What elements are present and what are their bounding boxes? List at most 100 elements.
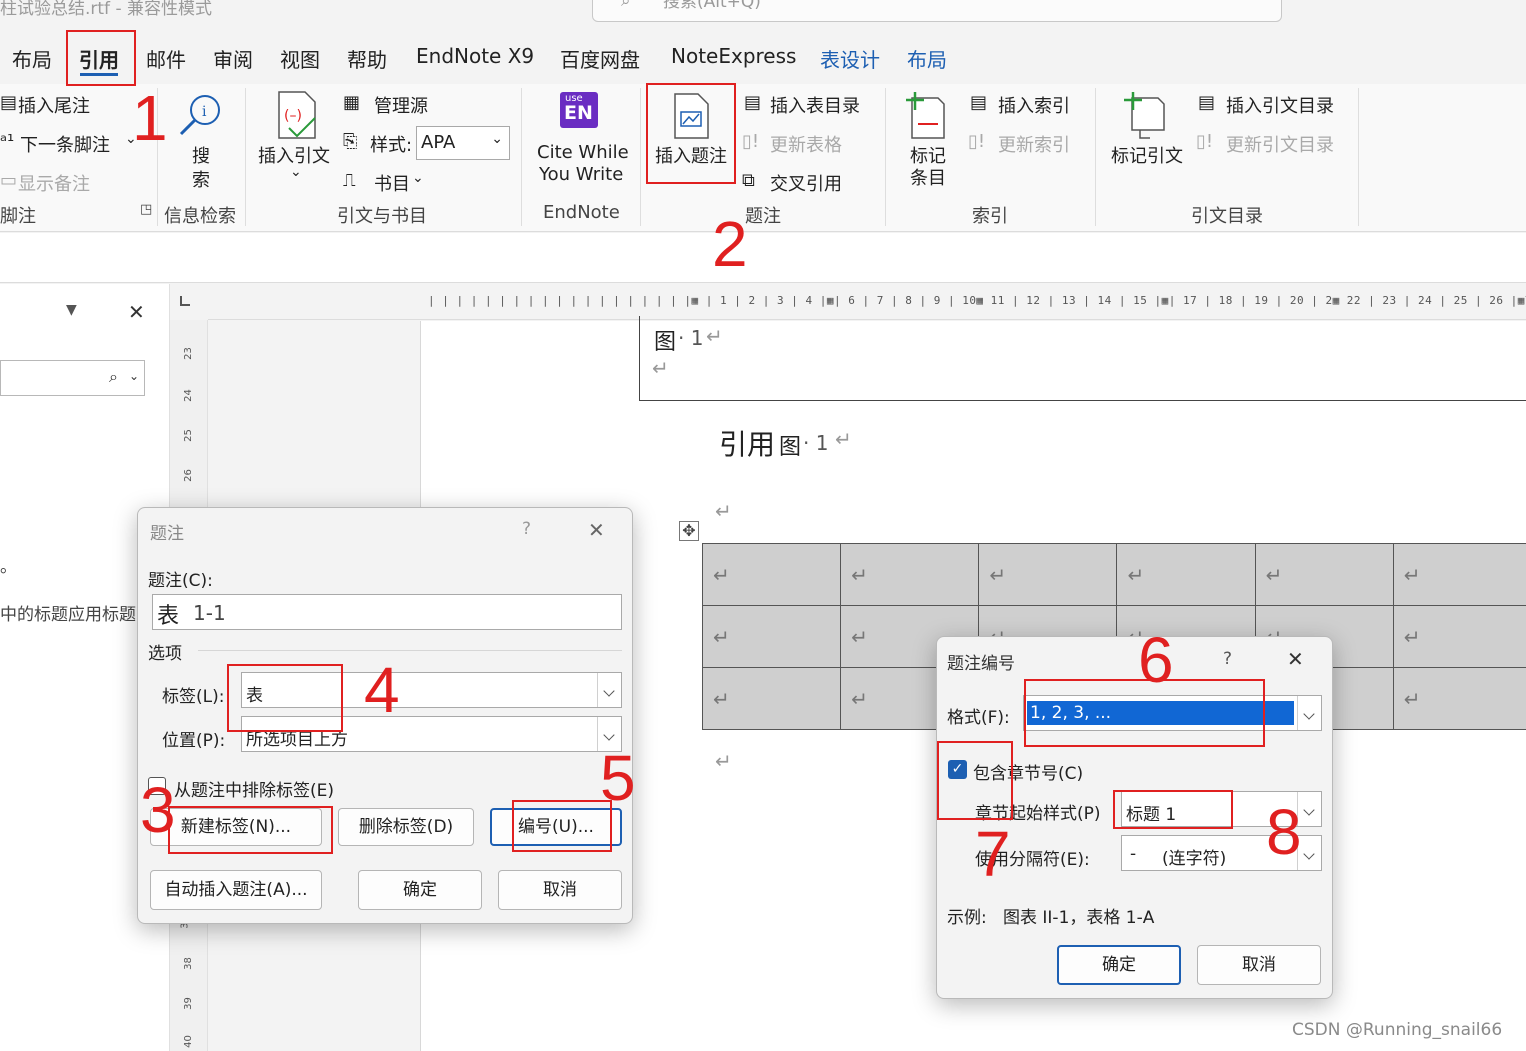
divider <box>198 650 622 651</box>
manage-sources-button[interactable]: 管理源 <box>374 92 428 118</box>
table-move-handle-icon[interactable]: ✥ <box>679 521 699 541</box>
tab-mailings[interactable]: 邮件 <box>146 44 186 73</box>
ok-button[interactable]: 确定 <box>1057 945 1181 985</box>
nav-search-input[interactable]: ⌕ ⌄ <box>0 360 145 396</box>
reference-label: 图 <box>779 435 802 460</box>
horizontal-ruler[interactable]: | | | | | | | | | | | | | | | | | | |▦ |… <box>208 284 1526 320</box>
style-icon: ⎘ <box>343 131 358 152</box>
table-cell[interactable]: ↵ <box>701 667 842 730</box>
paragraph-mark: ↵ <box>835 427 852 451</box>
chevron-down-icon[interactable]: ⌄ <box>129 369 139 383</box>
delete-label-button[interactable]: 删除标签(D) <box>338 808 474 846</box>
tab-help[interactable]: 帮助 <box>347 44 387 73</box>
tab-noteexpress[interactable]: NoteExpress <box>671 44 796 68</box>
table-of-figures-icon: ▤ <box>744 92 762 113</box>
mark-entry-label-2[interactable]: 条目 <box>910 164 946 190</box>
table-cell[interactable]: ↵ <box>1392 543 1526 606</box>
ruler-tick: 24 <box>182 389 194 402</box>
insert-toa-icon: ▤ <box>1198 92 1216 113</box>
separator-value-char: - <box>1130 844 1137 864</box>
endnote-logo-icon: use EN <box>560 92 598 128</box>
annotation-number: 4 <box>364 654 400 726</box>
mark-citation-icon <box>1124 92 1165 139</box>
cancel-button[interactable]: 取消 <box>1197 945 1321 985</box>
dialog-title: 题注 <box>150 524 184 544</box>
cancel-button[interactable]: 取消 <box>498 870 622 910</box>
paragraph-mark: ↵ <box>652 356 669 380</box>
pane-options-chevron-icon[interactable]: ▼ <box>66 302 77 318</box>
next-footnote-button[interactable]: 下一条脚注 <box>20 131 110 157</box>
show-notes-button[interactable]: 显示备注 <box>18 170 90 196</box>
update-index-button[interactable]: 更新索引 <box>998 131 1070 157</box>
insert-table-of-figures-button[interactable]: 插入表目录 <box>770 92 860 118</box>
autocaption-button[interactable]: 自动插入题注(A)... <box>150 870 322 910</box>
tab-baidu-netdisk[interactable]: 百度网盘 <box>560 44 640 73</box>
chevron-down-icon[interactable]: ⌄ <box>412 170 424 186</box>
exclude-label-text: 从题注中排除标签(E) <box>174 781 335 801</box>
annotation-box-references-tab <box>66 30 136 86</box>
cite-while-you-write-line1[interactable]: Cite While <box>537 142 629 163</box>
help-icon[interactable]: ? <box>1223 649 1232 669</box>
tab-selector-icon[interactable] <box>180 296 190 306</box>
bibliography-button[interactable]: 书目 <box>374 170 410 196</box>
cite-while-you-write-line2[interactable]: You Write <box>539 164 623 185</box>
insert-index-button[interactable]: 插入索引 <box>998 92 1070 118</box>
table-cell[interactable]: ↵ <box>978 543 1118 606</box>
annotation-number: 7 <box>975 818 1011 890</box>
search-box[interactable]: ⌕ 搜索(Alt+Q) <box>592 0 1282 22</box>
cross-reference-button[interactable]: 交叉引用 <box>770 170 842 196</box>
svg-text:i: i <box>202 104 207 120</box>
chevron-down-icon <box>1297 696 1321 730</box>
ribbon-separator <box>521 88 522 226</box>
annotation-number: 2 <box>712 208 748 280</box>
table-cell[interactable]: ↵ <box>1392 667 1526 730</box>
ribbon-separator <box>885 88 886 226</box>
format-field-label: 格式(F): <box>947 708 1010 728</box>
close-icon[interactable]: ✕ <box>128 300 145 324</box>
annotation-box-numbering <box>512 800 612 852</box>
research-search-label-bottom[interactable]: 索 <box>192 166 210 192</box>
close-icon[interactable]: ✕ <box>588 518 605 542</box>
table-cell[interactable]: ↵ <box>1392 605 1526 668</box>
tab-layout[interactable]: 布局 <box>12 44 52 73</box>
table-cell[interactable]: ↵ <box>701 605 842 668</box>
table-cell[interactable]: ↵ <box>840 543 980 606</box>
ok-button[interactable]: 确定 <box>358 870 482 910</box>
example-label: 示例: <box>947 908 987 928</box>
svg-text:(–): (–) <box>284 108 302 124</box>
update-table-button[interactable]: 更新表格 <box>770 131 842 157</box>
search-icon: ⌕ <box>109 367 118 386</box>
group-endnote-label: EndNote <box>543 202 620 223</box>
tab-table-design[interactable]: 表设计 <box>820 44 880 73</box>
dialog-launcher-icon[interactable]: ◳ <box>140 202 152 217</box>
chevron-down-icon <box>597 673 621 707</box>
paragraph-mark: ↵ <box>706 324 723 348</box>
table-cell[interactable]: ↵ <box>1116 543 1256 606</box>
table-cell[interactable]: ↵ <box>701 543 842 606</box>
update-index-icon: ▯! <box>968 131 986 152</box>
chevron-down-icon: ⌄ <box>491 131 503 147</box>
update-toa-button[interactable]: 更新引文目录 <box>1226 131 1334 157</box>
mark-entry-icon <box>906 92 945 139</box>
close-icon[interactable]: ✕ <box>1287 647 1304 671</box>
mark-citation-button[interactable]: 标记引文 <box>1111 142 1183 168</box>
insert-toa-button[interactable]: 插入引文目录 <box>1226 92 1334 118</box>
chevron-down-icon[interactable]: ⌄ <box>290 164 302 180</box>
tab-table-layout[interactable]: 布局 <box>907 44 947 73</box>
insert-endnote-button[interactable]: 插入尾注 <box>18 92 90 118</box>
style-dropdown[interactable]: APA ⌄ <box>416 126 510 160</box>
caption-text-input[interactable]: 表 1-1 <box>152 594 622 630</box>
table-cell[interactable]: ↵ <box>1254 543 1394 606</box>
style-label: 样式: <box>370 135 413 156</box>
tab-endnote[interactable]: EndNote X9 <box>416 44 534 68</box>
annotation-box-insert-caption <box>646 83 736 184</box>
insert-index-icon: ▤ <box>970 92 988 113</box>
research-search-label-top[interactable]: 搜 <box>192 142 210 168</box>
annotation-number: 3 <box>140 774 176 846</box>
help-icon[interactable]: ? <box>522 519 531 539</box>
word-window: 柱试验总结.rtf - 兼容性模式 ⌕ 搜索(Alt+Q) 布局 引用 邮件 审… <box>0 0 1526 1051</box>
ruler-tick: 38 <box>182 957 194 970</box>
tab-review[interactable]: 审阅 <box>213 44 253 73</box>
tab-view[interactable]: 视图 <box>280 44 320 73</box>
endnote-logo-bottom: EN <box>564 102 593 124</box>
